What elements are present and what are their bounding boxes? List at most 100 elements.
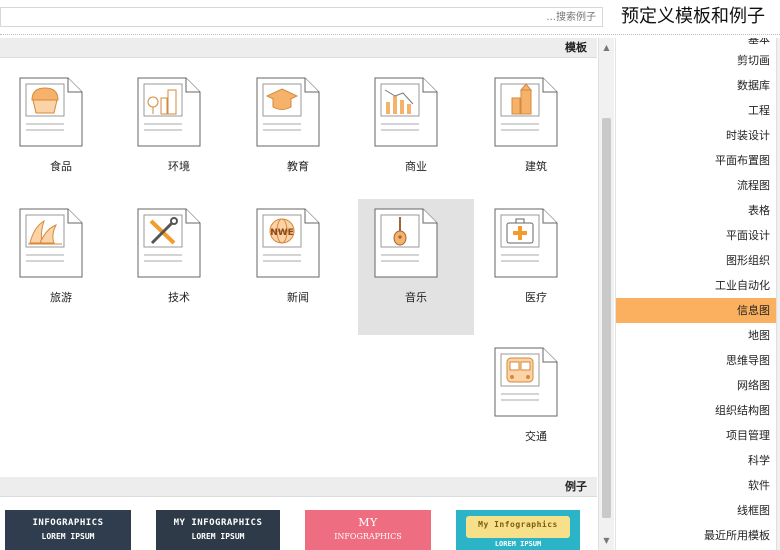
template-label: 新闻 <box>287 291 309 304</box>
scrollbar-thumb[interactable] <box>602 118 611 518</box>
sidebar-item-label: 最近所用模板 <box>704 529 770 542</box>
sidebar-scrollbar[interactable] <box>776 38 780 550</box>
sidebar-item-label: 软件 <box>748 479 770 492</box>
template-tile-environment[interactable]: 环境 <box>121 68 237 204</box>
template-tile-news[interactable]: NWE 新闻 <box>240 199 356 335</box>
category-sidebar: 基本 剪切画 数据库 工程 时装设计 平面布置图 流程图 表格 平面设计 图形组… <box>615 38 776 550</box>
example-title: INFOGRAPHICS <box>32 518 104 528</box>
sidebar-item-label: 项目管理 <box>726 429 770 442</box>
sidebar-item-label: 思维导图 <box>726 354 770 367</box>
bus-icon <box>493 346 559 418</box>
sidebar-item-graphic-organizer[interactable]: 图形组织 <box>616 248 776 273</box>
example-thumbnail[interactable]: MY INFOGRAPHICS LOREM IPSUM <box>156 510 280 550</box>
search-input[interactable] <box>1 8 602 26</box>
template-label: 交通 <box>525 430 547 443</box>
template-tile-architecture[interactable]: 建筑 <box>478 68 594 204</box>
sidebar-item-label: 表格 <box>748 204 770 217</box>
svg-text:NWE: NWE <box>270 228 294 238</box>
sidebar-item-label: 流程图 <box>737 179 770 192</box>
sidebar-item-infographics[interactable]: 信息图 <box>616 298 776 323</box>
template-tile-medical[interactable]: 医疗 <box>478 199 594 335</box>
template-tile-music[interactable]: 音乐 <box>358 199 474 335</box>
example-thumbnail[interactable]: MY INFOGRAPHICS <box>305 510 431 550</box>
sidebar-item-engineering[interactable]: 工程 <box>616 98 776 123</box>
sidebar-item-label: 工业自动化 <box>715 279 770 292</box>
sidebar-item-label: 剪切画 <box>737 54 770 67</box>
example-subtitle: LOREM IPSUM <box>41 532 95 541</box>
globe-news-icon: NWE <box>255 207 321 279</box>
sidebar-item-label: 平面布置图 <box>715 154 770 167</box>
template-label: 食品 <box>50 160 72 173</box>
opera-house-icon <box>18 207 84 279</box>
guitar-icon <box>373 207 439 279</box>
template-label: 医疗 <box>525 291 547 304</box>
sidebar-item-label: 地图 <box>748 329 770 342</box>
sidebar-item-label: 网络图 <box>737 379 770 392</box>
template-label: 教育 <box>287 160 309 173</box>
template-label: 商业 <box>405 160 427 173</box>
example-thumbnail[interactable]: My Infographics LOREM IPSUM <box>456 510 580 550</box>
sidebar-item-database[interactable]: 数据库 <box>616 73 776 98</box>
header-divider <box>0 34 780 35</box>
example-title: My Infographics <box>478 520 558 529</box>
cupcake-icon <box>18 76 84 148</box>
sidebar-item-project-management[interactable]: 项目管理 <box>616 423 776 448</box>
examples-section-header: 例子 <box>0 477 597 497</box>
sidebar-item-label: 科学 <box>748 454 770 467</box>
sidebar-item-label: 平面设计 <box>726 229 770 242</box>
templates-section-header: 模板 <box>0 38 597 58</box>
bar-chart-icon <box>373 76 439 148</box>
example-thumbnail[interactable]: INFOGRAPHICS LOREM IPSUM <box>5 510 131 550</box>
example-subtitle: INFOGRAPHICS <box>334 532 402 541</box>
sidebar-item-floorplan[interactable]: 平面布置图 <box>616 148 776 173</box>
scroll-down-icon[interactable]: ▼ <box>601 535 612 546</box>
tools-icon <box>136 207 202 279</box>
sidebar-item-label: 组织结构图 <box>715 404 770 417</box>
sidebar-item-table[interactable]: 表格 <box>616 198 776 223</box>
sidebar-item-label: 工程 <box>748 104 770 117</box>
template-tile-food[interactable]: 食品 <box>3 68 119 204</box>
sidebar-item-basic[interactable]: 基本 <box>616 38 776 48</box>
building-icon <box>493 76 559 148</box>
sidebar-item-science[interactable]: 科学 <box>616 448 776 473</box>
template-tile-transportation[interactable]: 交通 <box>478 338 594 474</box>
sidebar-item-label: 数据库 <box>737 79 770 92</box>
template-label: 音乐 <box>405 291 427 304</box>
sidebar-item-label: 基本 <box>748 38 770 46</box>
sidebar-item-label: 信息图 <box>737 304 770 317</box>
tree-city-icon <box>136 76 202 148</box>
sidebar-item-flowchart[interactable]: 流程图 <box>616 173 776 198</box>
template-tile-education[interactable]: 教育 <box>240 68 356 204</box>
sidebar-item-recent[interactable]: 最近所用模板 <box>616 523 776 548</box>
sidebar-item-label: 图形组织 <box>726 254 770 267</box>
main-scrollbar[interactable]: ▲ ▼ <box>598 38 614 550</box>
first-aid-kit-icon <box>493 207 559 279</box>
template-label: 技术 <box>168 291 190 304</box>
example-subtitle: LOREM IPSUM <box>191 532 245 541</box>
example-title: MY INFOGRAPHICS <box>173 518 263 528</box>
template-tile-technology[interactable]: 技术 <box>121 199 237 335</box>
sidebar-item-map[interactable]: 地图 <box>616 323 776 348</box>
sidebar-item-label: 线框图 <box>737 504 770 517</box>
page-title: 预定义模板和例子 <box>621 6 765 27</box>
template-label: 旅游 <box>50 291 72 304</box>
sidebar-item-label: 时装设计 <box>726 129 770 142</box>
template-tile-business[interactable]: 商业 <box>358 68 474 204</box>
sidebar-item-mindmap[interactable]: 思维导图 <box>616 348 776 373</box>
example-title: MY <box>358 516 378 529</box>
template-label: 环境 <box>168 160 190 173</box>
sidebar-item-clipart[interactable]: 剪切画 <box>616 48 776 73</box>
graduation-cap-icon <box>255 76 321 148</box>
search-box[interactable] <box>0 7 603 27</box>
template-tile-travel[interactable]: 旅游 <box>3 199 119 335</box>
sidebar-item-software[interactable]: 软件 <box>616 473 776 498</box>
template-label: 建筑 <box>525 160 547 173</box>
sidebar-item-org-chart[interactable]: 组织结构图 <box>616 398 776 423</box>
sidebar-item-industrial-automation[interactable]: 工业自动化 <box>616 273 776 298</box>
sidebar-item-wireframe[interactable]: 线框图 <box>616 498 776 523</box>
sidebar-item-fashion[interactable]: 时装设计 <box>616 123 776 148</box>
example-subtitle: LOREM IPSUM <box>494 540 542 548</box>
sidebar-item-graphic-design[interactable]: 平面设计 <box>616 223 776 248</box>
sidebar-item-network[interactable]: 网络图 <box>616 373 776 398</box>
scroll-up-icon[interactable]: ▲ <box>601 42 612 53</box>
